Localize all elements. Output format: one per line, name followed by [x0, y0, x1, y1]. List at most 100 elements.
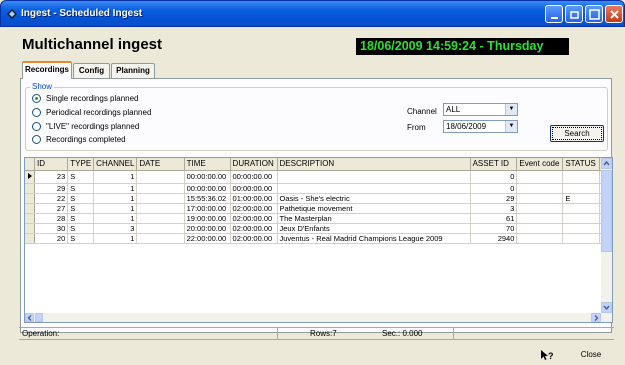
cell-asset-id[interactable]: 70: [470, 223, 518, 234]
cell-duration[interactable]: 02:00:00.00: [230, 223, 278, 234]
cell-time[interactable]: 00:00:00.00: [184, 183, 231, 194]
cell-time[interactable]: 20:00:00.00: [184, 223, 231, 234]
table-row[interactable]: 29 S 1 00:00:00.00 00:00:00.00 0: [25, 183, 612, 194]
cell-asset-id[interactable]: 61: [470, 213, 518, 224]
cell-duration[interactable]: 00:00:00.00: [230, 170, 278, 184]
cell-time[interactable]: 22:00:00.00: [184, 233, 231, 244]
radio-live-recordings[interactable]: "LIVE" recordings planned: [32, 121, 139, 132]
cell-event-code[interactable]: [516, 233, 564, 244]
cell-channel[interactable]: 1: [93, 170, 138, 184]
column-header-asset-id[interactable]: ASSET ID: [470, 158, 518, 171]
tab-config[interactable]: Config: [73, 63, 110, 78]
horizontal-scrollbar[interactable]: [25, 313, 602, 322]
cell-id[interactable]: 30: [34, 223, 69, 234]
cell-channel[interactable]: 3: [93, 223, 138, 234]
cell-duration[interactable]: 01:00:00.00: [230, 193, 278, 204]
cell-asset-id[interactable]: 3: [470, 203, 518, 214]
minimize-button[interactable]: [545, 5, 563, 23]
scroll-left-button[interactable]: [25, 313, 34, 322]
cell-asset-id[interactable]: 0: [470, 183, 518, 194]
close-button[interactable]: Close: [567, 347, 615, 363]
radio-single-recordings[interactable]: Single recordings planned: [32, 93, 139, 104]
column-header-event-code[interactable]: Event code: [516, 158, 564, 171]
cell-event-code[interactable]: [516, 223, 564, 234]
cell-type[interactable]: S: [67, 170, 95, 184]
cell-status[interactable]: [562, 223, 601, 234]
cell-id[interactable]: 27: [34, 203, 69, 214]
column-header-description[interactable]: DESCRIPTION: [277, 158, 471, 171]
cell-id[interactable]: 29: [34, 183, 69, 194]
cell-channel[interactable]: 1: [93, 183, 138, 194]
cell-id[interactable]: 23: [34, 170, 69, 184]
cell-event-code[interactable]: [516, 170, 564, 184]
restore-button[interactable]: [565, 5, 583, 23]
row-selector[interactable]: [25, 213, 35, 224]
cell-time[interactable]: 15:55:36.02: [184, 193, 231, 204]
cell-type[interactable]: S: [67, 213, 95, 224]
cell-description[interactable]: [277, 183, 471, 194]
cell-duration[interactable]: 02:00:00.00: [230, 233, 278, 244]
cell-duration[interactable]: 02:00:00.00: [230, 213, 278, 224]
cell-status[interactable]: [562, 203, 601, 214]
cell-event-code[interactable]: [516, 203, 564, 214]
cell-description[interactable]: Oasis - She's electric: [277, 193, 471, 204]
whats-this-help-icon[interactable]: ?: [540, 349, 554, 361]
cell-time[interactable]: 19:00:00.00: [184, 213, 231, 224]
cell-event-code[interactable]: [516, 193, 564, 204]
cell-id[interactable]: 20: [34, 233, 69, 244]
cell-status[interactable]: [562, 183, 601, 194]
radio-button[interactable]: [32, 135, 41, 144]
row-selector[interactable]: [25, 183, 35, 194]
cell-id[interactable]: 22: [34, 193, 69, 204]
radio-periodical-recordings[interactable]: Periodical recordings planned: [32, 107, 151, 118]
cell-status[interactable]: [562, 213, 601, 224]
vertical-scrollbar[interactable]: [601, 158, 612, 322]
cell-date[interactable]: [136, 183, 185, 194]
cell-type[interactable]: S: [67, 183, 95, 194]
search-button[interactable]: Search: [550, 125, 604, 142]
tab-recordings[interactable]: Recordings: [22, 61, 72, 79]
radio-recordings-completed[interactable]: Recordings completed: [32, 134, 126, 145]
cell-duration[interactable]: 00:00:00.00: [230, 183, 278, 194]
table-row[interactable]: 22 S 1 15:55:36.02 01:00:00.00 Oasis - S…: [25, 193, 612, 204]
cell-time[interactable]: 17:00:00.00: [184, 203, 231, 214]
cell-channel[interactable]: 1: [93, 233, 138, 244]
column-header-id[interactable]: ID: [34, 158, 69, 171]
cell-duration[interactable]: 02:00:00.00: [230, 203, 278, 214]
radio-button[interactable]: [32, 122, 41, 131]
cell-event-code[interactable]: [516, 213, 564, 224]
scroll-right-button[interactable]: [591, 313, 601, 322]
recordings-grid[interactable]: ID TYPE CHANNEL DATE TIME DURATION DESCR…: [24, 157, 613, 323]
cell-channel[interactable]: 1: [93, 193, 138, 204]
cell-type[interactable]: S: [67, 223, 95, 234]
cell-date[interactable]: [136, 170, 185, 184]
cell-date[interactable]: [136, 203, 185, 214]
column-header-time[interactable]: TIME: [184, 158, 231, 171]
radio-button[interactable]: [32, 108, 41, 117]
row-selector[interactable]: [25, 170, 35, 184]
column-header-date[interactable]: DATE: [136, 158, 185, 171]
cell-type[interactable]: S: [67, 233, 95, 244]
row-selector[interactable]: [25, 233, 35, 244]
radio-button-checked[interactable]: [32, 94, 41, 103]
table-row[interactable]: 30 S 3 20:00:00.00 02:00:00.00 Jeux D'En…: [25, 223, 612, 234]
cell-type[interactable]: S: [67, 203, 95, 214]
cell-channel[interactable]: 1: [93, 213, 138, 224]
cell-date[interactable]: [136, 193, 185, 204]
cell-date[interactable]: [136, 233, 185, 244]
row-selector[interactable]: [25, 223, 35, 234]
cell-description[interactable]: The Masterplan: [277, 213, 471, 224]
table-row[interactable]: 28 S 1 19:00:00.00 02:00:00.00 The Maste…: [25, 213, 612, 224]
table-row[interactable]: 23 S 1 00:00:00.00 00:00:00.00 0: [25, 170, 612, 184]
column-header-status[interactable]: STATUS: [562, 158, 601, 171]
cell-description[interactable]: Pathetique movement: [277, 203, 471, 214]
cell-time[interactable]: 00:00:00.00: [184, 170, 231, 184]
row-selector[interactable]: [25, 203, 35, 214]
cell-asset-id[interactable]: 0: [470, 170, 518, 184]
window-titlebar[interactable]: Ingest - Scheduled Ingest: [0, 0, 625, 27]
cell-id[interactable]: 28: [34, 213, 69, 224]
chevron-down-icon[interactable]: ▼: [505, 121, 517, 132]
cell-status[interactable]: E: [562, 193, 601, 204]
column-header-duration[interactable]: DURATION: [230, 158, 278, 171]
scroll-down-button[interactable]: [601, 302, 612, 313]
